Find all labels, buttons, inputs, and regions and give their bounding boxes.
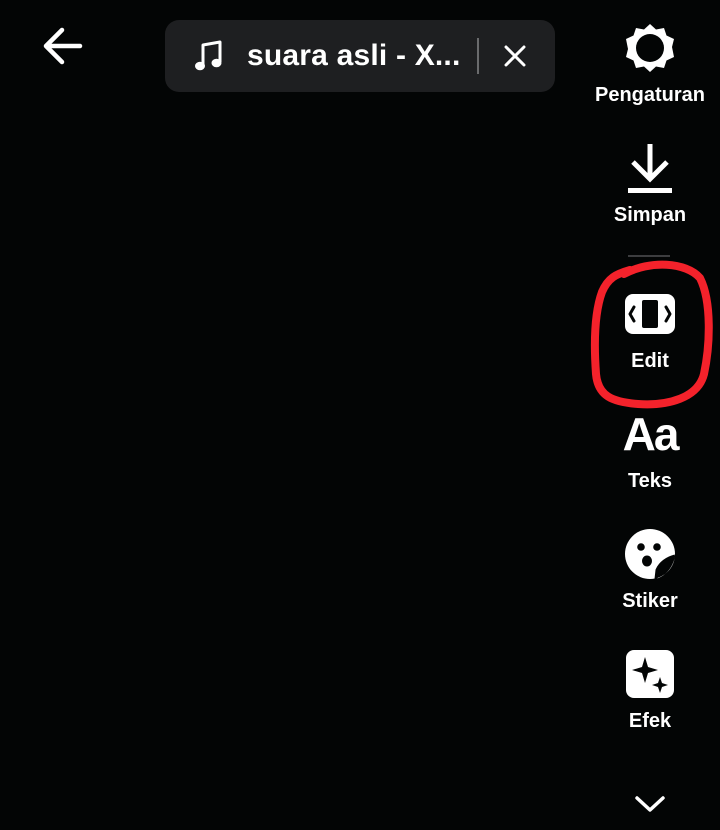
arrow-left-icon [43, 27, 83, 65]
tool-label: Teks [627, 470, 673, 492]
tool-label: Stiker [622, 590, 678, 612]
sound-selector[interactable]: suara asli - X... [165, 20, 555, 92]
close-icon [504, 45, 526, 67]
text-icon: Aa [622, 408, 680, 460]
remove-sound-button[interactable] [495, 38, 535, 74]
chevron-down-icon [635, 796, 665, 812]
back-button[interactable] [38, 24, 86, 68]
tool-efek[interactable]: Efek [580, 644, 720, 733]
toolbar-divider [628, 255, 670, 257]
tool-label: Pengaturan [594, 84, 706, 106]
tool-simpan[interactable]: Simpan [580, 138, 720, 227]
edit-clip-icon [620, 284, 680, 344]
tool-teks[interactable]: Aa Teks [580, 404, 720, 493]
more-tools-button[interactable] [626, 786, 674, 822]
tool-pengaturan[interactable]: Pengaturan [580, 18, 720, 107]
tool-label: Edit [631, 350, 669, 372]
tool-label: Efek [628, 710, 672, 732]
sound-title: suara asli - X... [247, 39, 459, 72]
sticker-icon [620, 524, 680, 584]
download-icon [620, 138, 680, 198]
effects-sparkle-icon [620, 644, 680, 704]
tool-edit[interactable]: Edit [580, 284, 720, 373]
tool-stiker[interactable]: Stiker [580, 524, 720, 613]
pill-divider [477, 38, 479, 74]
tool-label: Simpan [613, 204, 687, 226]
gear-icon [620, 18, 680, 78]
music-note-icon [193, 40, 225, 72]
